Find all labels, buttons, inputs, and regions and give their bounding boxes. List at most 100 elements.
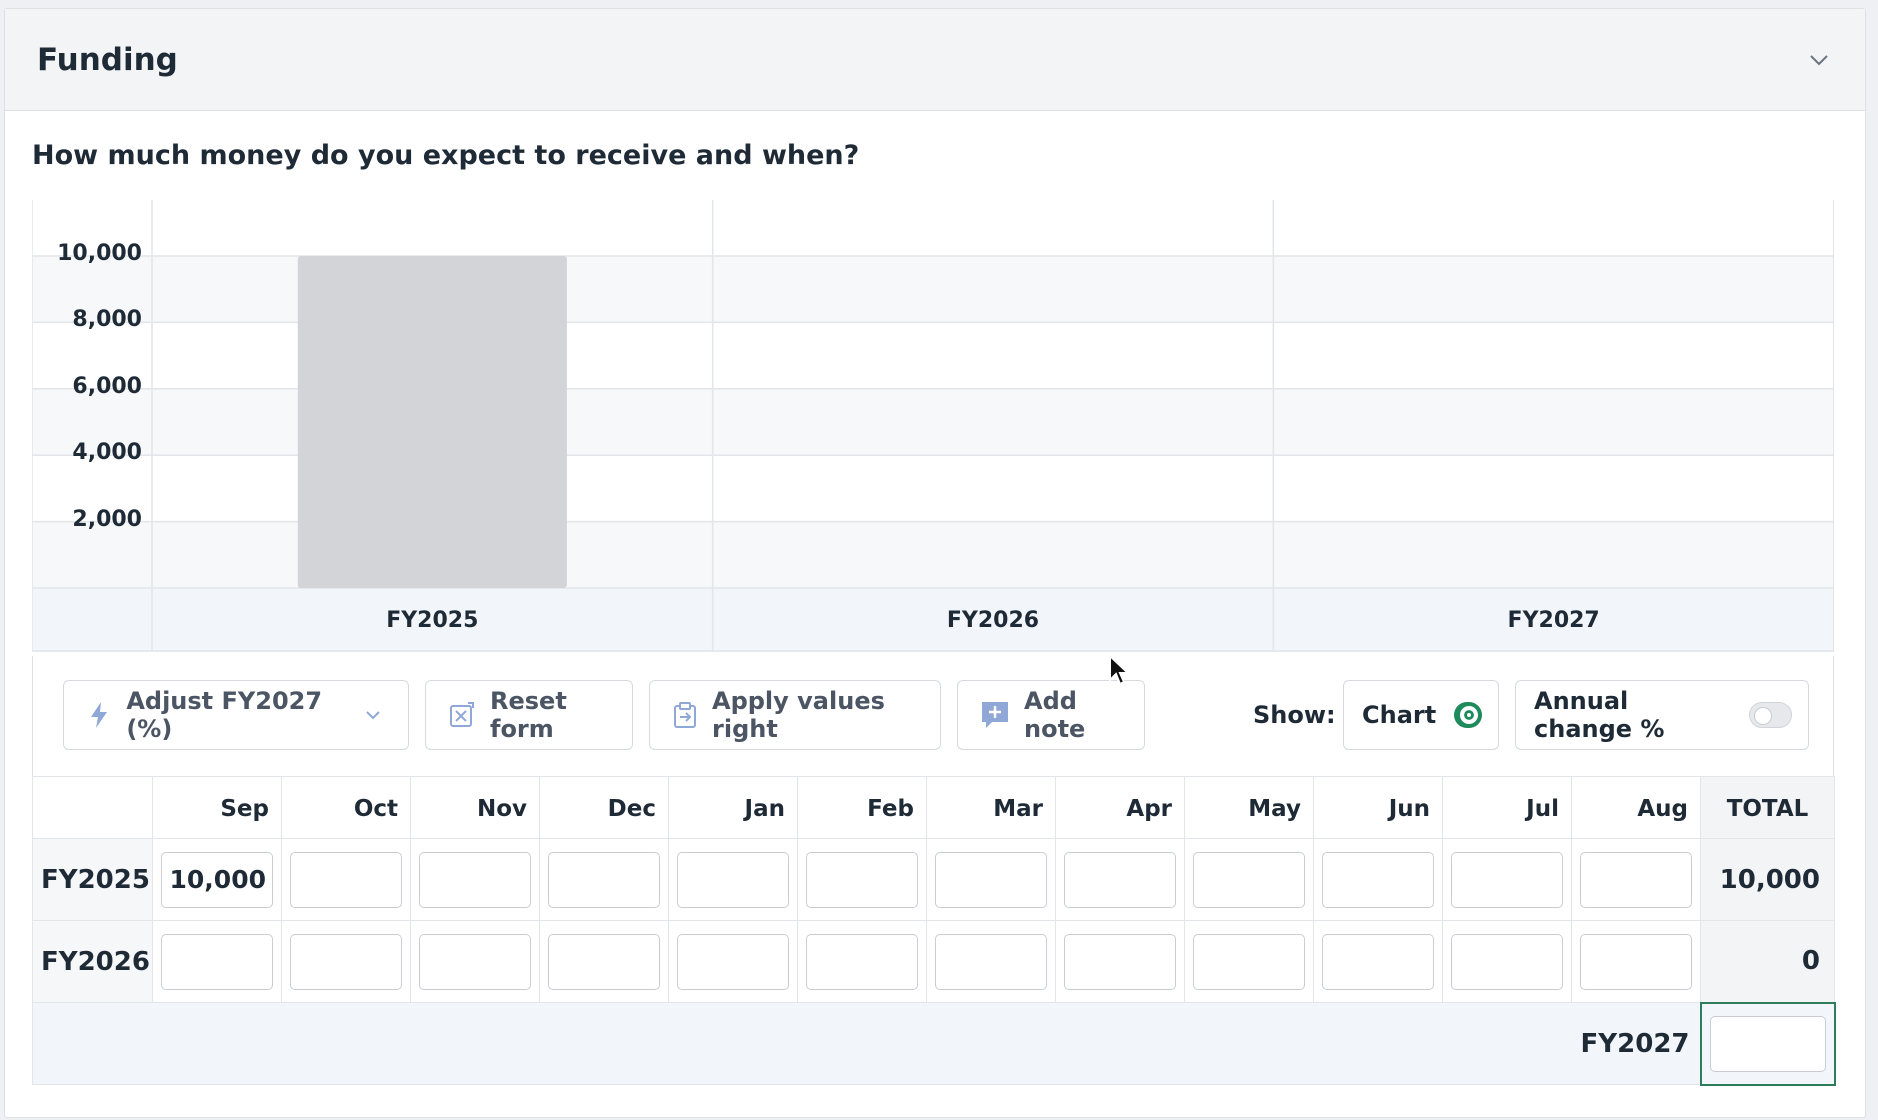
month-cell bbox=[410, 838, 540, 921]
month-cell bbox=[1442, 838, 1572, 921]
chart-switch[interactable] bbox=[1454, 702, 1482, 728]
month-value-input[interactable] bbox=[290, 933, 402, 990]
clipboard-arrow-icon bbox=[672, 700, 698, 730]
month-header: May bbox=[1184, 776, 1314, 839]
month-header: Apr bbox=[1055, 776, 1185, 839]
month-value-input[interactable] bbox=[677, 933, 789, 990]
month-value-input[interactable] bbox=[1193, 933, 1305, 990]
month-cell bbox=[152, 838, 282, 921]
row-total: 0 bbox=[1700, 920, 1835, 1003]
month-value-input[interactable] bbox=[677, 851, 789, 908]
month-cell bbox=[1055, 920, 1185, 1003]
month-cell bbox=[668, 838, 798, 921]
month-header: Aug bbox=[1571, 776, 1701, 839]
lightning-icon bbox=[86, 700, 112, 730]
fy2027-label: FY2027 bbox=[32, 1002, 1701, 1085]
table-row: FY2026 0 bbox=[32, 920, 1835, 1003]
row-total: 10,000 bbox=[1700, 838, 1835, 921]
month-cell bbox=[926, 920, 1056, 1003]
month-cell bbox=[281, 920, 411, 1003]
corner-header bbox=[32, 776, 153, 839]
annual-change-toggle[interactable]: Annual change % bbox=[1515, 680, 1809, 750]
month-value-input[interactable] bbox=[161, 933, 273, 990]
x-category-label: FY2025 bbox=[386, 607, 479, 633]
fy2027-cell bbox=[1699, 1001, 1836, 1086]
y-tick-label: 8,000 bbox=[72, 307, 142, 333]
month-header: Jul bbox=[1442, 776, 1572, 839]
adjust-label: Adjust FY2027 (%) bbox=[126, 687, 323, 743]
funding-chart: 10,000 8,000 6,000 4,000 2,000 FY2025 FY2026 F… bbox=[32, 200, 1834, 656]
month-value-input[interactable] bbox=[419, 851, 531, 908]
month-value-input[interactable] bbox=[161, 851, 273, 908]
month-cell bbox=[539, 838, 669, 921]
annual-change-label: Annual change % bbox=[1534, 687, 1665, 743]
month-value-input[interactable] bbox=[1064, 933, 1176, 990]
fy2027-input[interactable] bbox=[1709, 1015, 1826, 1072]
chevron-down-icon bbox=[360, 700, 386, 730]
month-header: Feb bbox=[797, 776, 927, 839]
month-cell bbox=[539, 920, 669, 1003]
month-cell bbox=[797, 920, 927, 1003]
month-cell bbox=[410, 920, 540, 1003]
month-value-input[interactable] bbox=[806, 933, 918, 990]
y-tick-label: 2,000 bbox=[72, 506, 142, 532]
month-value-input[interactable] bbox=[1322, 851, 1434, 908]
total-header: TOTAL bbox=[1700, 776, 1835, 839]
y-tick-label: 4,000 bbox=[72, 440, 142, 466]
month-value-input[interactable] bbox=[1193, 851, 1305, 908]
month-value-input[interactable] bbox=[548, 933, 660, 990]
fy2027-row: FY2027 bbox=[32, 1001, 1836, 1086]
month-cell bbox=[152, 920, 282, 1003]
month-value-input[interactable] bbox=[935, 851, 1047, 908]
month-value-input[interactable] bbox=[806, 851, 918, 908]
funding-toolbar: Adjust FY2027 (%) Reset form Apply value… bbox=[32, 656, 1834, 776]
month-cell bbox=[1055, 838, 1185, 921]
show-label: Show: bbox=[1253, 701, 1336, 729]
y-tick-label: 6,000 bbox=[72, 373, 142, 399]
row-label: FY2026 bbox=[32, 920, 153, 1003]
note-label: Add note bbox=[1024, 687, 1086, 743]
month-cell bbox=[1313, 838, 1443, 921]
month-cell bbox=[926, 838, 1056, 921]
adjust-fy2027-dropdown[interactable]: Adjust FY2027 (%) bbox=[63, 680, 409, 750]
reset-form-button[interactable]: Reset form bbox=[425, 680, 633, 750]
reset-icon bbox=[448, 700, 476, 730]
month-header: Jan bbox=[668, 776, 798, 839]
chart-band bbox=[32, 200, 1834, 256]
month-value-input[interactable] bbox=[1322, 933, 1434, 990]
panel-header[interactable]: Funding bbox=[5, 9, 1865, 111]
month-value-input[interactable] bbox=[935, 933, 1047, 990]
funding-question: How much money do you expect to receive … bbox=[32, 140, 860, 171]
add-note-icon bbox=[980, 700, 1010, 730]
month-cell bbox=[1184, 838, 1314, 921]
panel-title: Funding bbox=[37, 41, 178, 78]
bar-fy2025 bbox=[297, 256, 567, 588]
apply-label: Apply values right bbox=[712, 687, 885, 743]
month-cell bbox=[1571, 920, 1701, 1003]
annual-change-switch[interactable] bbox=[1749, 702, 1792, 728]
x-category-label: FY2026 bbox=[946, 607, 1040, 633]
month-value-input[interactable] bbox=[1580, 851, 1692, 908]
chart-toggle-label: Chart bbox=[1362, 701, 1437, 729]
month-value-input[interactable] bbox=[1064, 851, 1176, 908]
month-cell bbox=[797, 838, 927, 921]
chart-toggle[interactable]: Chart bbox=[1343, 680, 1499, 750]
month-value-input[interactable] bbox=[1580, 933, 1692, 990]
month-header: Nov bbox=[410, 776, 540, 839]
month-value-input[interactable] bbox=[1451, 851, 1563, 908]
y-tick-label: 10,000 bbox=[57, 241, 142, 266]
apply-values-right-button[interactable]: Apply values right bbox=[649, 680, 941, 750]
month-value-input[interactable] bbox=[419, 933, 531, 990]
month-value-input[interactable] bbox=[548, 851, 660, 908]
x-category-label: FY2027 bbox=[1507, 607, 1600, 633]
month-header: Dec bbox=[539, 776, 669, 839]
month-value-input[interactable] bbox=[290, 851, 402, 908]
funding-table: Sep Oct Nov Dec Jan Feb Mar Apr May Jun … bbox=[32, 776, 1836, 1086]
chevron-down-icon[interactable] bbox=[1805, 46, 1833, 74]
month-header: Oct bbox=[281, 776, 411, 839]
month-cell bbox=[1184, 920, 1314, 1003]
row-label: FY2025 bbox=[32, 838, 153, 921]
month-value-input[interactable] bbox=[1451, 933, 1563, 990]
month-header: Jun bbox=[1313, 776, 1443, 839]
reset-label: Reset form bbox=[490, 687, 567, 743]
